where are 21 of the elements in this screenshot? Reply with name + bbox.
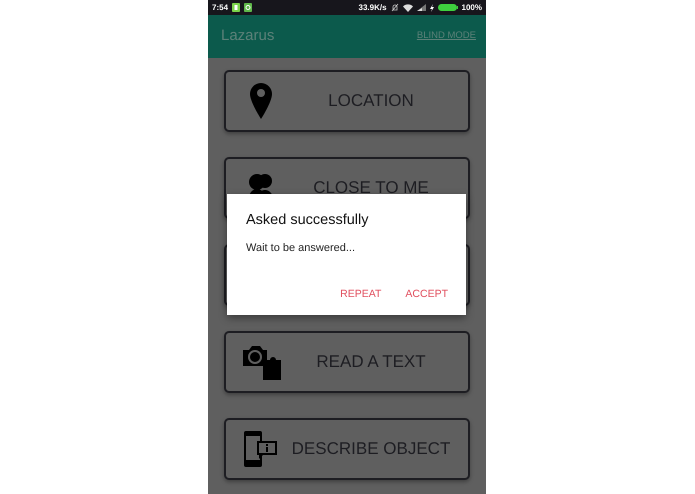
notification-icon <box>244 3 252 12</box>
blind-mode-link[interactable]: BLIND MODE <box>416 29 476 44</box>
signal-icon <box>416 4 426 11</box>
battery-icon <box>438 4 458 11</box>
camera-puzzle-icon <box>241 344 281 380</box>
menu-button[interactable]: DESCRIBE OBJECT <box>224 418 470 480</box>
menu-button[interactable]: READ A TEXT <box>224 331 470 393</box>
battery-level: 100% <box>462 2 482 14</box>
repeat-button[interactable]: REPEAT <box>340 287 382 303</box>
status-time: 7:54 <box>212 2 228 14</box>
charging-icon <box>430 4 434 12</box>
app-title: Lazarus <box>221 26 274 46</box>
notification-icon <box>232 3 240 12</box>
dialog-message: Wait to be answered... <box>246 240 356 256</box>
accept-button[interactable]: ACCEPT <box>405 287 448 303</box>
location-pin-icon <box>250 83 272 119</box>
menu-button[interactable]: LOCATION <box>224 70 470 132</box>
wifi-icon <box>402 4 413 12</box>
bell-off-icon <box>390 3 399 12</box>
phone-info-icon <box>244 431 278 467</box>
network-speed: 33.9K/s <box>358 2 387 14</box>
